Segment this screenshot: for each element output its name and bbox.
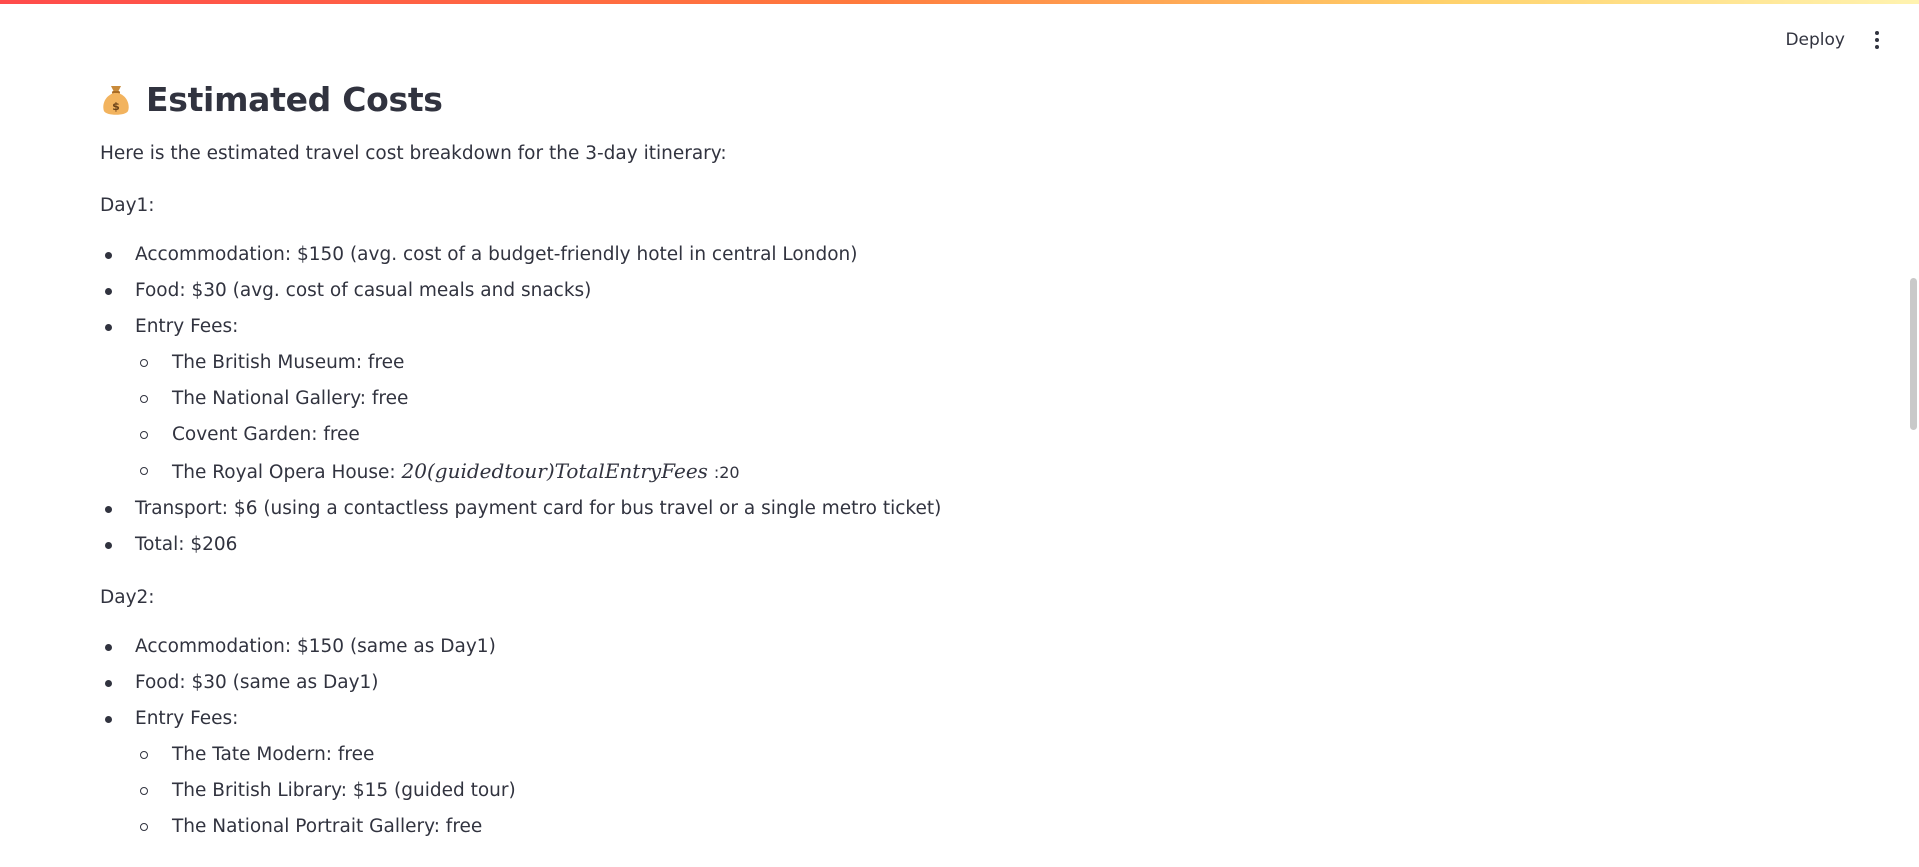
day2-entry-list: The Tate Modern: free The British Librar…: [135, 737, 1800, 845]
list-item: Covent Garden: free: [135, 417, 1800, 453]
intro-text: Here is the estimated travel cost breakd…: [100, 143, 727, 164]
opera-total: :20: [713, 463, 740, 482]
day1-cost-list: Accommodation: $150 (avg. cost of a budg…: [100, 237, 1800, 563]
day2-label: Day2:: [100, 587, 155, 608]
vertical-dots-icon[interactable]: [1871, 31, 1883, 49]
money-bag-icon: $: [100, 82, 132, 118]
list-item: Accommodation: $150 (avg. cost of a budg…: [100, 237, 1800, 273]
main-content: $ Estimated Costs Here is the estimated …: [100, 80, 1800, 867]
day1-entry-list: The British Museum: free The National Ga…: [135, 345, 1800, 491]
math-expression: 20(guidedtour)TotalEntryFees: [401, 459, 708, 483]
entry-fees-label: Entry Fees:: [135, 708, 239, 729]
top-decoration-bar: [0, 0, 1919, 4]
scrollbar-thumb[interactable]: [1910, 278, 1917, 430]
opera-label: The Royal Opera House:: [172, 462, 402, 483]
app-toolbar: Deploy: [1785, 30, 1883, 50]
list-item: Total: $206: [100, 527, 1800, 563]
list-item: The National Gallery: free: [135, 381, 1800, 417]
list-item: The British Museum: free: [135, 345, 1800, 381]
list-item: The National Portrait Gallery: free: [135, 809, 1800, 845]
list-item: The Royal Opera House: 20(guidedtour)Tot…: [135, 453, 1800, 491]
list-item: Accommodation: $150 (same as Day1): [100, 629, 1800, 665]
list-item: Food: $30 (same as Day1): [100, 665, 1800, 701]
list-item: Entry Fees: The British Museum: free The…: [100, 309, 1800, 491]
svg-text:$: $: [112, 100, 120, 113]
list-item: Food: $30 (avg. cost of casual meals and…: [100, 273, 1800, 309]
day1-label: Day1:: [100, 195, 155, 216]
deploy-button[interactable]: Deploy: [1785, 30, 1845, 50]
page-title: Estimated Costs: [146, 80, 443, 119]
page-heading: $ Estimated Costs: [100, 80, 1800, 119]
list-item: Transport: $6 (using a contactless payme…: [100, 491, 1800, 527]
list-item: The British Library: $15 (guided tour): [135, 773, 1800, 809]
list-item: The Tate Modern: free: [135, 737, 1800, 773]
list-item: Entry Fees: The Tate Modern: free The Br…: [100, 701, 1800, 845]
day2-cost-list: Accommodation: $150 (same as Day1) Food:…: [100, 629, 1800, 845]
entry-fees-label: Entry Fees:: [135, 316, 239, 337]
